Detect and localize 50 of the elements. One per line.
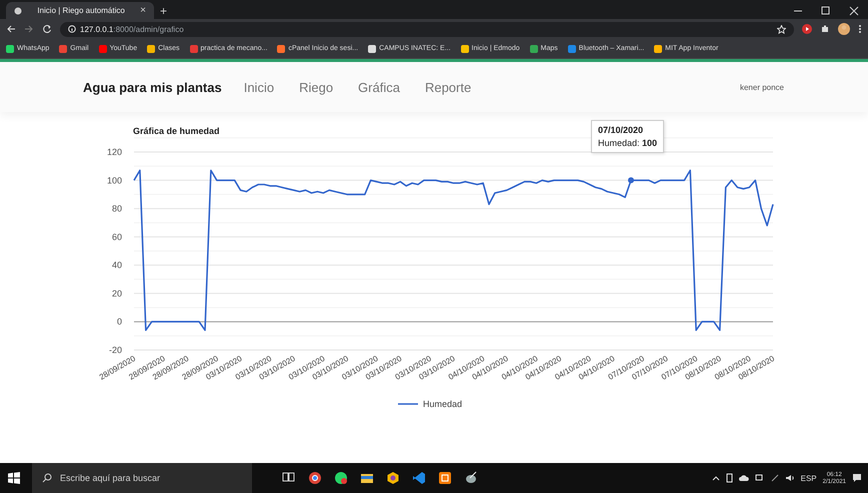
- tab-title: Inicio | Riego automático: [36, 6, 126, 15]
- chat-icon[interactable]: [334, 471, 348, 485]
- browser-icon[interactable]: [308, 471, 322, 485]
- new-tab-button[interactable]: +: [160, 4, 168, 18]
- menu-icon[interactable]: [858, 24, 862, 34]
- browser-tab[interactable]: Inicio | Riego automático ×: [6, 2, 154, 19]
- y-axis-label: 100: [106, 175, 122, 186]
- hexagon-icon[interactable]: [386, 471, 400, 485]
- reload-icon[interactable]: [42, 24, 52, 34]
- taskbar-search-box[interactable]: Escribe aquí para buscar: [32, 463, 252, 493]
- nav-link[interactable]: Inicio: [244, 80, 274, 94]
- search-icon: [42, 473, 52, 483]
- app-icon[interactable]: [438, 471, 452, 485]
- language-indicator[interactable]: ESP: [800, 474, 817, 482]
- taskbar-search-field[interactable]: Escribe aquí para buscar: [60, 473, 230, 483]
- nav-link[interactable]: Reporte: [424, 80, 472, 94]
- windows-logo-icon[interactable]: [8, 472, 20, 484]
- y-axis-label: -20: [108, 345, 122, 355]
- tooltip-value: Humedad: 100: [598, 138, 658, 148]
- y-axis-label: 120: [106, 147, 122, 157]
- close-icon[interactable]: ×: [140, 5, 146, 16]
- brand-link[interactable]: Agua para mis plantas: [83, 80, 222, 94]
- url-path: :8000/admin/grafico: [113, 24, 184, 34]
- tooltip-date: 07/10/2020: [598, 125, 644, 135]
- y-axis-label: 20: [112, 288, 122, 298]
- data-point[interactable]: [628, 177, 634, 184]
- info-icon: [68, 25, 76, 33]
- chart-title: Gráfica de humedad: [133, 126, 220, 136]
- notification-icon[interactable]: [852, 473, 862, 483]
- legend-item: Humedad: [398, 399, 462, 409]
- cloud-icon[interactable]: [738, 474, 749, 482]
- y-axis-label: 40: [112, 260, 122, 270]
- y-axis-label: 80: [112, 204, 122, 214]
- code-editor-icon[interactable]: [412, 471, 426, 485]
- chevron-icon[interactable]: [712, 475, 720, 481]
- legend-label: Humedad: [423, 399, 462, 409]
- avatar-icon[interactable]: [838, 23, 850, 35]
- url-host: 127.0.0.1: [80, 24, 114, 34]
- speaker-icon[interactable]: [784, 474, 795, 482]
- nav-link[interactable]: Gráfica: [358, 80, 400, 94]
- y-axis-label: 0: [116, 316, 122, 327]
- extension-icon[interactable]: [802, 24, 812, 34]
- back-icon[interactable]: [6, 24, 16, 34]
- forward-icon[interactable]: [24, 24, 34, 34]
- user-name[interactable]: kener ponce: [740, 82, 784, 92]
- y-axis-label: 60: [112, 232, 122, 242]
- folder-icon[interactable]: [360, 471, 374, 485]
- address-bar[interactable]: 127.0.0.1:8000/admin/grafico: [60, 22, 794, 36]
- star-icon[interactable]: [777, 24, 786, 34]
- nav-link[interactable]: Riego: [299, 80, 334, 94]
